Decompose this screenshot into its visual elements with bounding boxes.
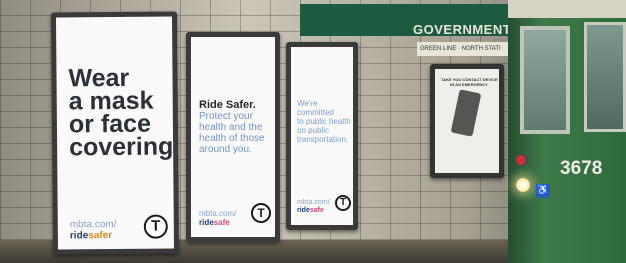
poster-ride-safer: Ride Safer. Protect your health and the … <box>186 32 280 242</box>
body-line: Protect your <box>199 111 253 122</box>
url-domain: mbta.com/ <box>69 218 117 231</box>
url-ride: ride <box>297 207 310 214</box>
trolley-side-window <box>584 22 626 132</box>
trolley-headlight <box>516 178 530 192</box>
poster-headline: TAKE YOU CONTACT DEVICE HELPS IN AN EMER… <box>441 77 499 87</box>
station-line-sign: GREEN LINE · NORTH STATI <box>417 42 513 56</box>
poster-emergency-device: TAKE YOU CONTACT DEVICE HELPS IN AN EMER… <box>430 64 504 178</box>
poster-url: mbta.com/ ridesafe <box>199 209 236 227</box>
mbta-t-logo-icon: T <box>251 203 271 223</box>
poster-face: Wear a mask or face covering. mbta.com/ … <box>55 16 175 250</box>
body-line: around you. <box>199 144 252 155</box>
trolley-red-light <box>515 154 527 166</box>
subway-platform-scene: GOVERNMENT CENT GREEN LINE · NORTH STATI… <box>0 0 626 263</box>
headline-line: covering. <box>69 132 175 162</box>
trolley-front-window <box>520 26 570 134</box>
phone-illustration <box>450 89 482 137</box>
body-line: on public <box>297 126 330 135</box>
poster-text-block: Ride Safer. Protect your health and the … <box>199 99 265 155</box>
poster-face: TAKE YOU CONTACT DEVICE HELPS IN AN EMER… <box>435 69 499 173</box>
url-domain: mbta.com/ <box>297 199 330 206</box>
mbta-t-logo-icon: T <box>335 195 351 211</box>
poster-body: Protect your health and the health of th… <box>199 111 265 155</box>
url-suffix: safe <box>309 207 324 214</box>
poster-body: We're committed to public health on publ… <box>297 99 351 144</box>
trolley-number: 3678 <box>560 158 603 179</box>
poster-headline: Wear a mask or face covering. <box>68 64 175 162</box>
url-ride: ride <box>69 230 89 242</box>
body-line: to public health <box>297 117 351 126</box>
url-suffix: safer <box>88 230 113 242</box>
body-line: health of those <box>199 133 265 144</box>
url-suffix: safe <box>213 218 230 227</box>
url-domain: mbta.com/ <box>199 209 237 218</box>
body-line: transportation. <box>297 135 349 144</box>
poster-bold-line: Ride Safer. <box>199 99 256 111</box>
poster-url: mbta.com/ ridesafer <box>70 219 117 241</box>
poster-face: Ride Safer. Protect your health and the … <box>191 37 275 237</box>
poster-url: mbta.com/ ridesafe <box>297 199 330 215</box>
wheelchair-icon: ♿ <box>536 184 550 198</box>
trolley-roof <box>508 0 626 18</box>
poster-face: We're committed to public health on publ… <box>291 47 353 225</box>
url-ride: ride <box>199 218 214 227</box>
poster-committed: We're committed to public health on publ… <box>286 42 358 230</box>
body-line: committed <box>297 108 334 117</box>
body-line: health and the <box>199 122 263 133</box>
body-line: We're <box>297 99 318 108</box>
headline-line: IN AN EMERGENCY <box>450 82 488 87</box>
mbta-t-logo-icon: T <box>143 214 168 239</box>
poster-wear-mask: Wear a mask or face covering. mbta.com/ … <box>50 11 180 255</box>
